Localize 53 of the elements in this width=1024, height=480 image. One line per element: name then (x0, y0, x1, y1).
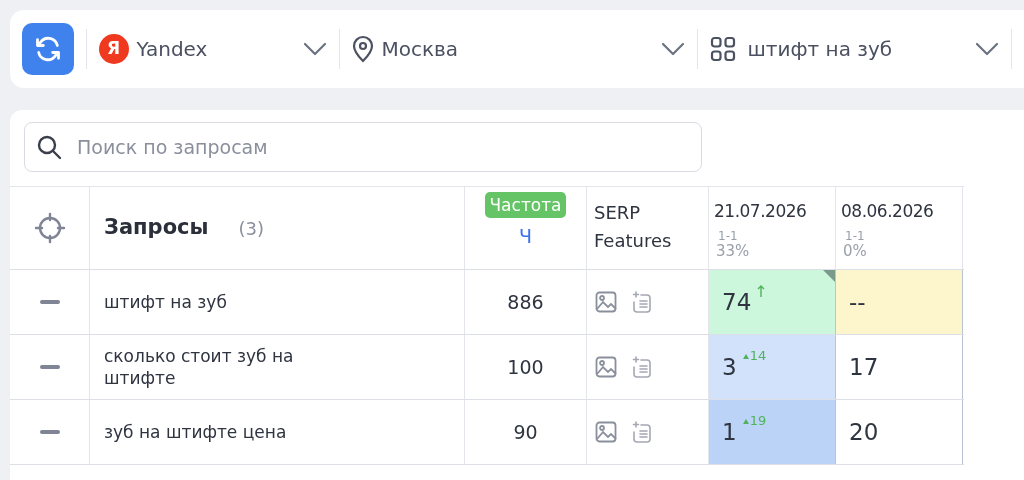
image-icon (595, 291, 617, 313)
position-change: 14 (749, 347, 767, 366)
frequency-value: 90 (513, 419, 538, 445)
sparkle-list-icon (631, 421, 653, 443)
yandex-logo: Я (98, 34, 129, 64)
range-label: 1-1 (718, 228, 739, 243)
engine-dropdown[interactable]: Я Yandex (98, 34, 327, 64)
position-change: 19 (749, 412, 767, 431)
column-title: Запросы (104, 214, 209, 242)
refresh-button[interactable] (22, 23, 74, 75)
position-value: -- (849, 287, 866, 317)
position-value: 1 (722, 417, 737, 447)
chevron-down-icon (302, 42, 327, 56)
up-triangle-icon (742, 353, 749, 359)
query-text: сколько стоит зуб на штифте (104, 345, 295, 389)
frequency-value: 100 (507, 354, 544, 380)
location-pin-icon (351, 35, 374, 63)
search-field[interactable]: Поиск по запросам (24, 122, 702, 172)
frequency-type[interactable]: Ч (519, 222, 532, 251)
group-label: штифт на зуб (747, 36, 894, 63)
date-heading: 21.07.2026 (714, 200, 808, 223)
query-count: (3) (238, 216, 264, 241)
up-triangle-icon (742, 418, 749, 424)
engine-label: Yandex (136, 36, 209, 63)
image-icon (595, 421, 617, 443)
group-dropdown[interactable]: штифт на зуб (709, 34, 999, 64)
refresh-icon (33, 35, 62, 63)
chevron-down-icon (660, 42, 685, 56)
chevron-down-icon (975, 42, 999, 56)
up-arrow-icon (757, 285, 766, 297)
minus-icon[interactable] (39, 365, 60, 369)
percent-label: 33% (716, 242, 751, 259)
sparkle-list-icon (631, 291, 653, 313)
query-text: зуб на штифте цена (104, 421, 288, 443)
range-label: 1-1 (845, 228, 866, 243)
serp-features-heading: SERP Features (594, 201, 673, 253)
search-icon (36, 134, 62, 160)
target-icon[interactable] (33, 212, 66, 244)
position-value: 20 (849, 417, 879, 447)
image-icon (595, 356, 617, 378)
minus-icon[interactable] (39, 430, 60, 434)
grid-icon (709, 36, 736, 62)
region-label: Москва (381, 36, 460, 63)
date-heading: 08.06.2026 (841, 200, 935, 223)
percent-label: 0% (843, 242, 868, 259)
sparkle-list-icon (631, 356, 653, 378)
query-text: штифт на зуб (104, 291, 228, 313)
frequency-value: 886 (507, 289, 544, 315)
region-dropdown[interactable]: Москва (351, 34, 685, 64)
position-value: 74 (722, 287, 752, 317)
minus-icon[interactable] (39, 300, 60, 304)
position-value: 3 (722, 352, 737, 382)
position-value: 17 (849, 352, 879, 382)
